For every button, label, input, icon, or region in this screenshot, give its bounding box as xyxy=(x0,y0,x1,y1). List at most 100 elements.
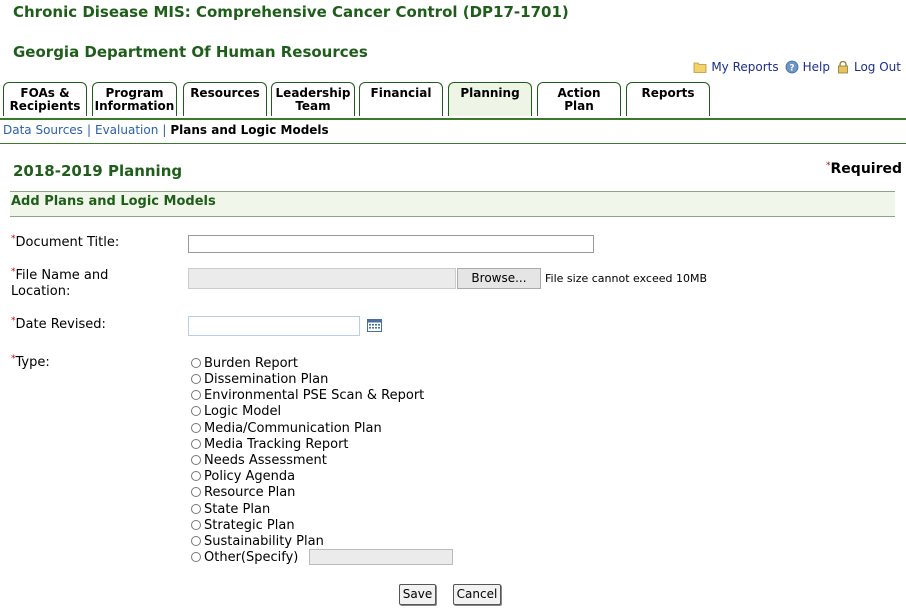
help-link[interactable]: ? Help xyxy=(785,60,830,74)
folder-icon xyxy=(693,62,707,73)
type-option-dissemination-plan[interactable]: Dissemination Plan xyxy=(191,371,328,387)
browse-button[interactable]: Browse... xyxy=(457,268,541,289)
required-legend: *Required xyxy=(826,161,902,177)
subnav-separator: | xyxy=(162,123,167,137)
tab-action-plan[interactable]: Action Plan xyxy=(537,82,621,116)
tab-label: FOAs & Recipients xyxy=(9,86,81,113)
type-label: *Type: xyxy=(11,354,50,371)
type-option-sustainability-plan[interactable]: Sustainability Plan xyxy=(191,533,324,549)
tab-label: Financial xyxy=(370,86,432,100)
subnav-divider xyxy=(0,143,906,144)
type-option-burden-report[interactable]: Burden Report xyxy=(191,355,298,371)
page-title: 2018-2019 Planning xyxy=(13,162,183,180)
tab-label: Program Information xyxy=(94,86,175,113)
radio-button[interactable] xyxy=(191,358,201,368)
tab-planning[interactable]: Planning xyxy=(448,82,532,116)
tab-financial[interactable]: Financial xyxy=(359,82,443,116)
radio-button[interactable] xyxy=(191,390,201,400)
option-label: Other(Specify) xyxy=(204,549,299,565)
type-option-media-communication-plan[interactable]: Media/Communication Plan xyxy=(191,420,382,436)
radio-button[interactable] xyxy=(191,423,201,433)
option-label: Media/Communication Plan xyxy=(204,420,382,436)
type-option-resource-plan[interactable]: Resource Plan xyxy=(191,484,295,500)
option-label: State Plan xyxy=(204,501,271,517)
option-label: Resource Plan xyxy=(204,484,296,500)
file-size-note: File size cannot exceed 10MB xyxy=(545,272,707,285)
main-tabs: FOAs & Recipients Program Information Re… xyxy=(3,82,903,118)
subnav-evaluation[interactable]: Evaluation xyxy=(95,123,158,137)
save-button[interactable]: Save xyxy=(399,584,436,605)
calendar-icon[interactable] xyxy=(367,319,382,332)
option-label: Logic Model xyxy=(204,403,282,419)
tab-reports[interactable]: Reports xyxy=(626,82,710,116)
my-reports-label: My Reports xyxy=(711,60,779,74)
option-label: Burden Report xyxy=(204,355,298,371)
tab-resources[interactable]: Resources xyxy=(183,82,267,116)
label-text: File Name and xyxy=(15,268,109,283)
form-panel-header: Add Plans and Logic Models xyxy=(10,191,895,217)
file-path-field[interactable] xyxy=(188,268,456,289)
subnav-data-sources[interactable]: Data Sources xyxy=(3,123,83,137)
tab-leadership-team[interactable]: Leadership Team xyxy=(271,82,355,116)
tab-divider xyxy=(0,118,906,120)
type-option-strategic-plan[interactable]: Strategic Plan xyxy=(191,517,295,533)
radio-button[interactable] xyxy=(191,504,201,514)
radio-button[interactable] xyxy=(191,536,201,546)
required-asterisk: * xyxy=(11,234,16,244)
required-asterisk: * xyxy=(11,354,16,364)
subnav-current-page: Plans and Logic Models xyxy=(170,123,329,137)
date-revised-input[interactable] xyxy=(188,316,360,336)
radio-button[interactable] xyxy=(191,406,201,416)
option-label: Media Tracking Report xyxy=(204,436,349,452)
tab-foas-recipients[interactable]: FOAs & Recipients xyxy=(3,82,87,116)
my-reports-link[interactable]: My Reports xyxy=(693,60,779,74)
other-specify-input[interactable] xyxy=(309,549,453,565)
radio-button[interactable] xyxy=(191,471,201,481)
cancel-button[interactable]: Cancel xyxy=(453,584,501,605)
option-label: Sustainability Plan xyxy=(204,533,324,549)
panel-title: Add Plans and Logic Models xyxy=(11,194,216,209)
utility-links: My Reports ? Help Log Out xyxy=(693,60,901,74)
type-option-media-tracking-report[interactable]: Media Tracking Report xyxy=(191,436,349,452)
option-label: Policy Agenda xyxy=(204,468,296,484)
tab-label: Planning xyxy=(460,86,520,100)
document-title-input[interactable] xyxy=(188,235,594,253)
file-name-label: *File Name and Location: xyxy=(11,267,109,300)
type-option-needs-assessment[interactable]: Needs Assessment xyxy=(191,452,327,468)
log-out-label: Log Out xyxy=(853,60,901,74)
help-label: Help xyxy=(802,60,830,74)
radio-button[interactable] xyxy=(191,455,201,465)
required-asterisk: * xyxy=(11,316,16,326)
type-option-state-plan[interactable]: State Plan xyxy=(191,501,270,517)
label-text: Document Title: xyxy=(15,235,120,250)
type-option-policy-agenda[interactable]: Policy Agenda xyxy=(191,468,295,484)
type-option-logic-model[interactable]: Logic Model xyxy=(191,403,281,419)
option-label: Needs Assessment xyxy=(204,452,327,468)
option-label: Environmental PSE Scan & Report xyxy=(204,387,425,403)
label-text: Date Revised: xyxy=(15,317,106,332)
organization-name: Georgia Department Of Human Resources xyxy=(13,43,368,61)
help-icon: ? xyxy=(785,60,799,74)
tab-label: Action Plan xyxy=(557,86,601,113)
label-text: Location: xyxy=(11,284,71,299)
option-label: Strategic Plan xyxy=(204,517,295,533)
app-title: Chronic Disease MIS: Comprehensive Cance… xyxy=(13,3,569,21)
sub-navigation: Data Sources | Evaluation | Plans and Logic … xyxy=(3,123,329,137)
radio-button[interactable] xyxy=(191,374,201,384)
log-out-link[interactable]: Log Out xyxy=(836,60,901,74)
required-asterisk: * xyxy=(11,267,16,277)
tab-label: Resources xyxy=(190,86,260,100)
tab-program-information[interactable]: Program Information xyxy=(92,82,177,116)
radio-button[interactable] xyxy=(191,487,201,497)
date-revised-label: *Date Revised: xyxy=(11,316,106,333)
required-label: Required xyxy=(830,161,902,177)
radio-button[interactable] xyxy=(191,552,201,562)
radio-button[interactable] xyxy=(191,439,201,449)
label-text: Type: xyxy=(15,355,50,370)
type-option-environmental-pse-scan[interactable]: Environmental PSE Scan & Report xyxy=(191,387,424,403)
type-option-other[interactable]: Other(Specify) xyxy=(191,549,298,565)
tab-label: Leadership Team xyxy=(275,86,351,113)
document-title-label: *Document Title: xyxy=(11,234,120,251)
lock-icon xyxy=(838,60,848,74)
radio-button[interactable] xyxy=(191,520,201,530)
